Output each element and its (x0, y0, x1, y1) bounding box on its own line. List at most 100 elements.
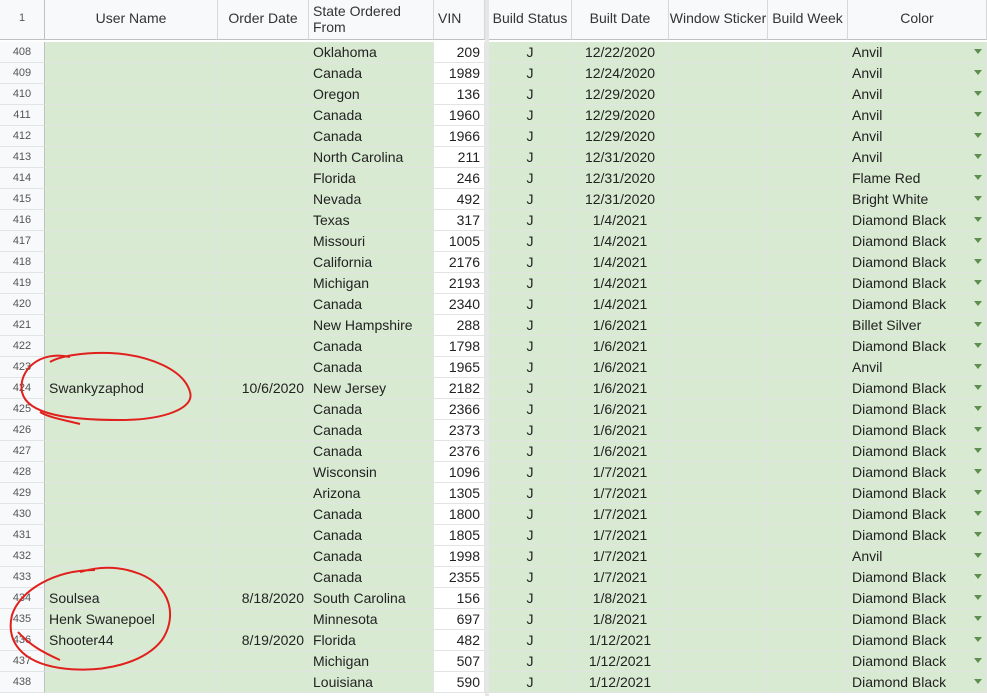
build-week-cell[interactable] (768, 147, 848, 168)
user-name-cell[interactable]: Henk Swanepoel (45, 609, 218, 630)
build-week-cell[interactable] (768, 42, 848, 63)
built-date-cell[interactable]: 1/7/2021 (572, 483, 669, 504)
row-number[interactable]: 437 (0, 651, 45, 672)
built-date-cell[interactable]: 12/24/2020 (572, 63, 669, 84)
order-date-cell[interactable] (218, 315, 309, 336)
dropdown-arrow-icon[interactable] (974, 574, 982, 579)
color-dropdown-cell[interactable]: Diamond Black (848, 273, 987, 294)
dropdown-arrow-icon[interactable] (974, 553, 982, 558)
build-week-cell[interactable] (768, 420, 848, 441)
order-date-cell[interactable] (218, 105, 309, 126)
user-name-cell[interactable] (45, 525, 218, 546)
color-dropdown-cell[interactable]: Anvil (848, 42, 987, 63)
user-name-cell[interactable] (45, 210, 218, 231)
order-date-cell[interactable] (218, 504, 309, 525)
dropdown-arrow-icon[interactable] (974, 133, 982, 138)
built-date-cell[interactable]: 1/4/2021 (572, 210, 669, 231)
window-sticker-cell[interactable] (669, 105, 768, 126)
build-status-cell[interactable]: J (489, 525, 572, 546)
build-status-cell[interactable]: J (489, 504, 572, 525)
color-dropdown-cell[interactable]: Anvil (848, 105, 987, 126)
dropdown-arrow-icon[interactable] (974, 154, 982, 159)
dropdown-arrow-icon[interactable] (974, 385, 982, 390)
color-dropdown-cell[interactable]: Diamond Black (848, 630, 987, 651)
color-dropdown-cell[interactable]: Anvil (848, 147, 987, 168)
color-dropdown-cell[interactable]: Diamond Black (848, 378, 987, 399)
color-dropdown-cell[interactable]: Diamond Black (848, 651, 987, 672)
order-date-cell[interactable] (218, 525, 309, 546)
order-date-cell[interactable] (218, 210, 309, 231)
state-cell[interactable]: Canada (309, 105, 434, 126)
row-number[interactable]: 430 (0, 504, 45, 525)
color-dropdown-cell[interactable]: Diamond Black (848, 525, 987, 546)
vin-cell[interactable]: 2182 (434, 378, 485, 399)
order-date-cell[interactable] (218, 441, 309, 462)
state-cell[interactable]: Arizona (309, 483, 434, 504)
frozen-column-divider[interactable] (485, 0, 489, 696)
user-name-cell[interactable] (45, 231, 218, 252)
order-date-cell[interactable] (218, 294, 309, 315)
dropdown-arrow-icon[interactable] (974, 259, 982, 264)
user-name-cell[interactable]: Shooter44 (45, 630, 218, 651)
build-week-cell[interactable] (768, 441, 848, 462)
state-cell[interactable]: Louisiana (309, 672, 434, 693)
dropdown-arrow-icon[interactable] (974, 406, 982, 411)
window-sticker-cell[interactable] (669, 462, 768, 483)
built-date-cell[interactable]: 1/7/2021 (572, 504, 669, 525)
dropdown-arrow-icon[interactable] (974, 511, 982, 516)
row-number[interactable]: 427 (0, 441, 45, 462)
window-sticker-cell[interactable] (669, 273, 768, 294)
user-name-cell[interactable] (45, 546, 218, 567)
window-sticker-cell[interactable] (669, 567, 768, 588)
vin-cell[interactable]: 246 (434, 168, 485, 189)
row-number[interactable]: 409 (0, 63, 45, 84)
color-dropdown-cell[interactable]: Anvil (848, 84, 987, 105)
row-number[interactable]: 428 (0, 462, 45, 483)
dropdown-arrow-icon[interactable] (974, 322, 982, 327)
user-name-cell[interactable] (45, 84, 218, 105)
window-sticker-cell[interactable] (669, 420, 768, 441)
row-number[interactable]: 410 (0, 84, 45, 105)
vin-cell[interactable]: 136 (434, 84, 485, 105)
dropdown-arrow-icon[interactable] (974, 175, 982, 180)
built-date-cell[interactable]: 1/12/2021 (572, 651, 669, 672)
state-cell[interactable]: Canada (309, 294, 434, 315)
order-date-cell[interactable] (218, 546, 309, 567)
build-week-cell[interactable] (768, 546, 848, 567)
color-dropdown-cell[interactable]: Diamond Black (848, 441, 987, 462)
user-name-cell[interactable]: Swankyzaphod (45, 378, 218, 399)
built-date-cell[interactable]: 12/31/2020 (572, 189, 669, 210)
state-cell[interactable]: Minnesota (309, 609, 434, 630)
build-status-cell[interactable]: J (489, 420, 572, 441)
order-date-cell[interactable] (218, 147, 309, 168)
built-date-cell[interactable]: 1/6/2021 (572, 336, 669, 357)
vin-cell[interactable]: 482 (434, 630, 485, 651)
vin-cell[interactable]: 1800 (434, 504, 485, 525)
row-number[interactable]: 425 (0, 399, 45, 420)
dropdown-arrow-icon[interactable] (974, 343, 982, 348)
build-week-cell[interactable] (768, 378, 848, 399)
window-sticker-cell[interactable] (669, 189, 768, 210)
color-dropdown-cell[interactable]: Anvil (848, 357, 987, 378)
state-cell[interactable]: Missouri (309, 231, 434, 252)
row-number[interactable]: 426 (0, 420, 45, 441)
build-status-cell[interactable]: J (489, 126, 572, 147)
state-cell[interactable]: Florida (309, 630, 434, 651)
state-cell[interactable]: Canada (309, 126, 434, 147)
vin-cell[interactable]: 2355 (434, 567, 485, 588)
order-date-cell[interactable] (218, 399, 309, 420)
vin-cell[interactable]: 2376 (434, 441, 485, 462)
build-status-cell[interactable]: J (489, 546, 572, 567)
row-number[interactable]: 412 (0, 126, 45, 147)
state-cell[interactable]: Canada (309, 525, 434, 546)
column-header-color[interactable]: Color (848, 0, 987, 40)
color-dropdown-cell[interactable]: Anvil (848, 63, 987, 84)
build-status-cell[interactable]: J (489, 294, 572, 315)
built-date-cell[interactable]: 1/6/2021 (572, 315, 669, 336)
state-cell[interactable]: Canada (309, 357, 434, 378)
row-number[interactable]: 431 (0, 525, 45, 546)
order-date-cell[interactable] (218, 126, 309, 147)
row-number[interactable]: 429 (0, 483, 45, 504)
built-date-cell[interactable]: 12/31/2020 (572, 147, 669, 168)
row-number[interactable]: 424 (0, 378, 45, 399)
